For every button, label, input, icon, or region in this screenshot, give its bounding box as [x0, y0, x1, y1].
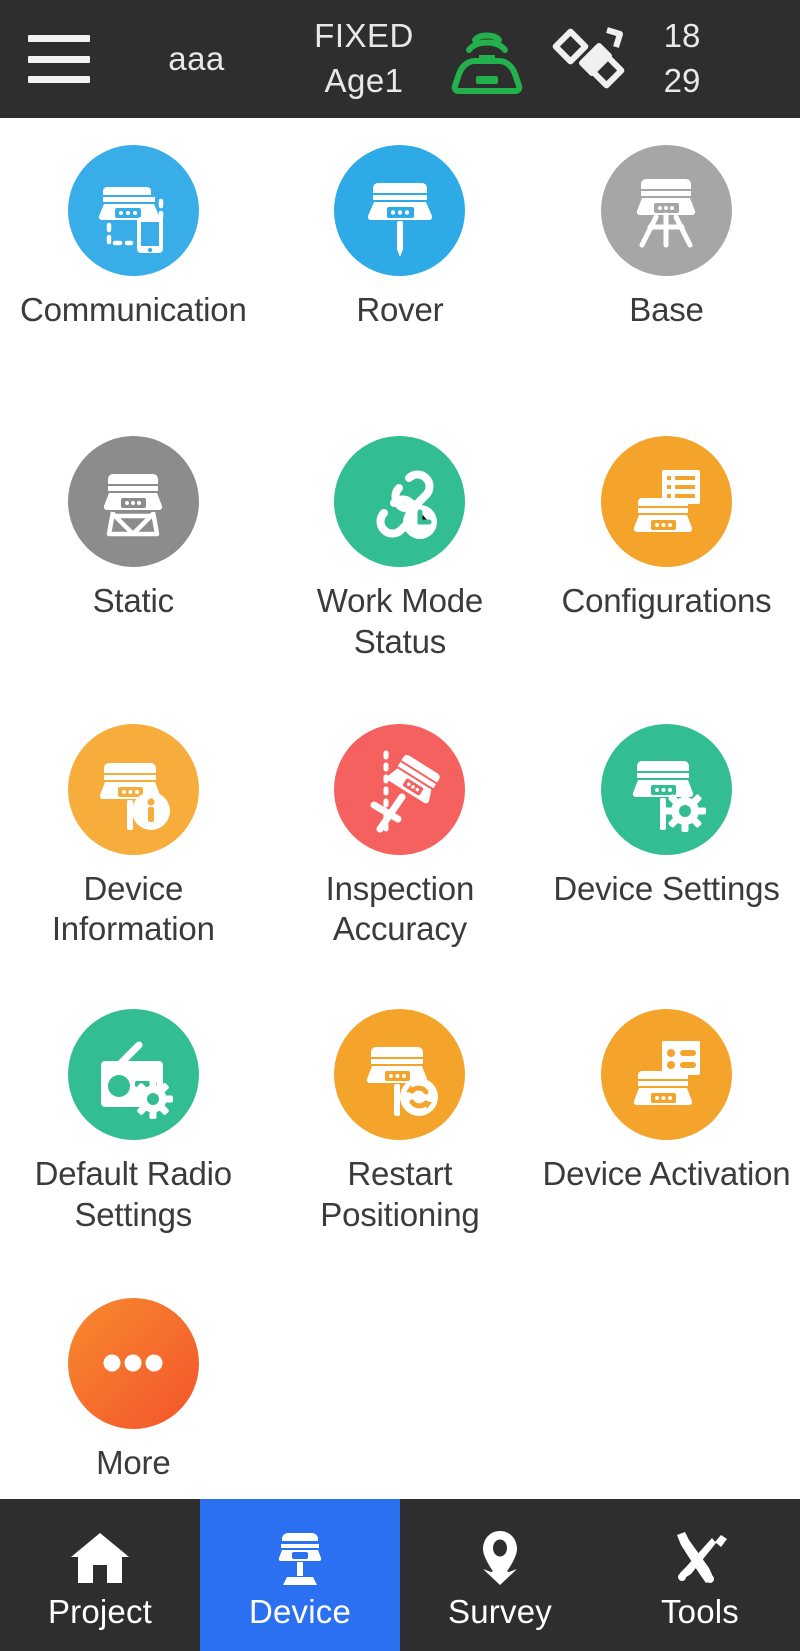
grid-item-label: Work Mode Status: [316, 582, 484, 660]
radio-gear-icon: [67, 1009, 199, 1141]
nav-item-label: Survey: [448, 1593, 552, 1630]
grid-item-label: Device Activation: [542, 1155, 791, 1193]
grid-item-device-settings[interactable]: Device Settings: [533, 723, 800, 950]
grid-item-label: Communication: [19, 291, 247, 328]
radio-receiver-signal-icon: [439, 21, 535, 97]
grid-item-label: Inspection Accuracy: [325, 869, 475, 947]
grid-item-work-mode-status[interactable]: Work Mode Status: [267, 436, 534, 662]
fix-status-group: FIXED Age1: [289, 14, 439, 103]
grid-row: Device Information Inspection Accuracy D…: [0, 723, 800, 950]
nav-item-device[interactable]: Device: [200, 1499, 400, 1651]
grid-item-inspection-accuracy[interactable]: Inspection Accuracy: [267, 723, 534, 950]
nav-item-project[interactable]: Project: [0, 1499, 200, 1651]
age-status-text: Age1: [324, 62, 404, 99]
grid-row: Static Work Mode Status Configurations: [0, 436, 800, 662]
satellite-icon: [543, 20, 639, 98]
grid-item-communication[interactable]: Communication: [0, 145, 267, 330]
nav-item-label: Project: [47, 1593, 153, 1630]
grid-item-label: More: [96, 1443, 171, 1481]
grid-item-device-information[interactable]: Device Information: [0, 723, 267, 950]
receiver-to-phone-link-icon: [67, 145, 199, 276]
receiver-gear-icon: [600, 723, 732, 855]
wrench-screwdriver-icon: [669, 1519, 731, 1587]
grid-row: More: [0, 1297, 800, 1483]
grid-item-label: Default Radio Settings: [34, 1155, 233, 1233]
grid-item-device-activation[interactable]: Device Activation: [533, 1009, 800, 1235]
app-root: aaa FIXED Age1 18 29 Communication Rover…: [0, 0, 800, 1651]
fix-status-text: FIXED: [314, 17, 414, 55]
receiver-device-icon: [269, 1519, 331, 1587]
grid-item-label: Restart Positioning: [320, 1155, 480, 1233]
grid-item-static[interactable]: Static: [0, 436, 267, 662]
project-name: aaa: [168, 40, 225, 77]
grid-item-empty: [533, 1298, 800, 1483]
home-icon: [69, 1519, 131, 1587]
grid-item-empty: [267, 1298, 534, 1483]
grid-row: Default Radio Settings Restart Positioni…: [0, 1009, 800, 1235]
grid-item-label: Base: [629, 291, 704, 328]
grid-item-default-radio-settings[interactable]: Default Radio Settings: [0, 1009, 267, 1235]
bottom-navigation-bar: Project Device Survey Tools: [0, 1499, 800, 1651]
nav-item-survey[interactable]: Survey: [400, 1499, 600, 1651]
grid-item-label: Static: [92, 582, 175, 620]
receiver-list-icon: [600, 436, 732, 568]
status-header: aaa FIXED Age1 18 29: [0, 0, 800, 118]
satellites-used-count: 18: [663, 17, 701, 55]
receiver-restart-icon: [334, 1009, 466, 1141]
grid-item-configurations[interactable]: Configurations: [533, 436, 800, 662]
grid-item-label: Device Information: [51, 869, 215, 947]
tilted-pole-accuracy-icon: [334, 723, 466, 855]
nav-item-label: Tools: [660, 1593, 740, 1630]
grid-item-restart-positioning[interactable]: Restart Positioning: [267, 1009, 534, 1235]
hamburger-menu-icon[interactable]: [28, 35, 90, 83]
receiver-activation-card-icon: [600, 1009, 732, 1141]
device-function-grid: Communication Rover Base Static Work Mod…: [0, 118, 800, 1499]
nav-item-tools[interactable]: Tools: [600, 1499, 800, 1651]
receiver-on-pole-icon: [334, 145, 466, 276]
ellipsis-icon: [67, 1297, 199, 1429]
receiver-on-tripod-icon: [600, 145, 732, 276]
grid-item-more[interactable]: More: [0, 1297, 267, 1483]
grid-item-label: Configurations: [561, 582, 772, 620]
grid-row: Communication Rover Base: [0, 145, 800, 330]
receiver-static-mount-icon: [67, 436, 199, 568]
link-clock-icon: [334, 436, 466, 568]
grid-item-rover[interactable]: Rover: [267, 145, 534, 330]
grid-item-label: Device Settings: [553, 869, 780, 907]
receiver-info-icon: [67, 723, 199, 855]
grid-item-label: Rover: [356, 291, 444, 328]
map-pin-icon: [469, 1519, 531, 1587]
nav-item-label: Device: [248, 1593, 352, 1630]
satellite-count-group: 18 29: [645, 14, 719, 103]
grid-item-base[interactable]: Base: [533, 145, 800, 330]
satellites-tracked-count: 29: [663, 62, 701, 99]
